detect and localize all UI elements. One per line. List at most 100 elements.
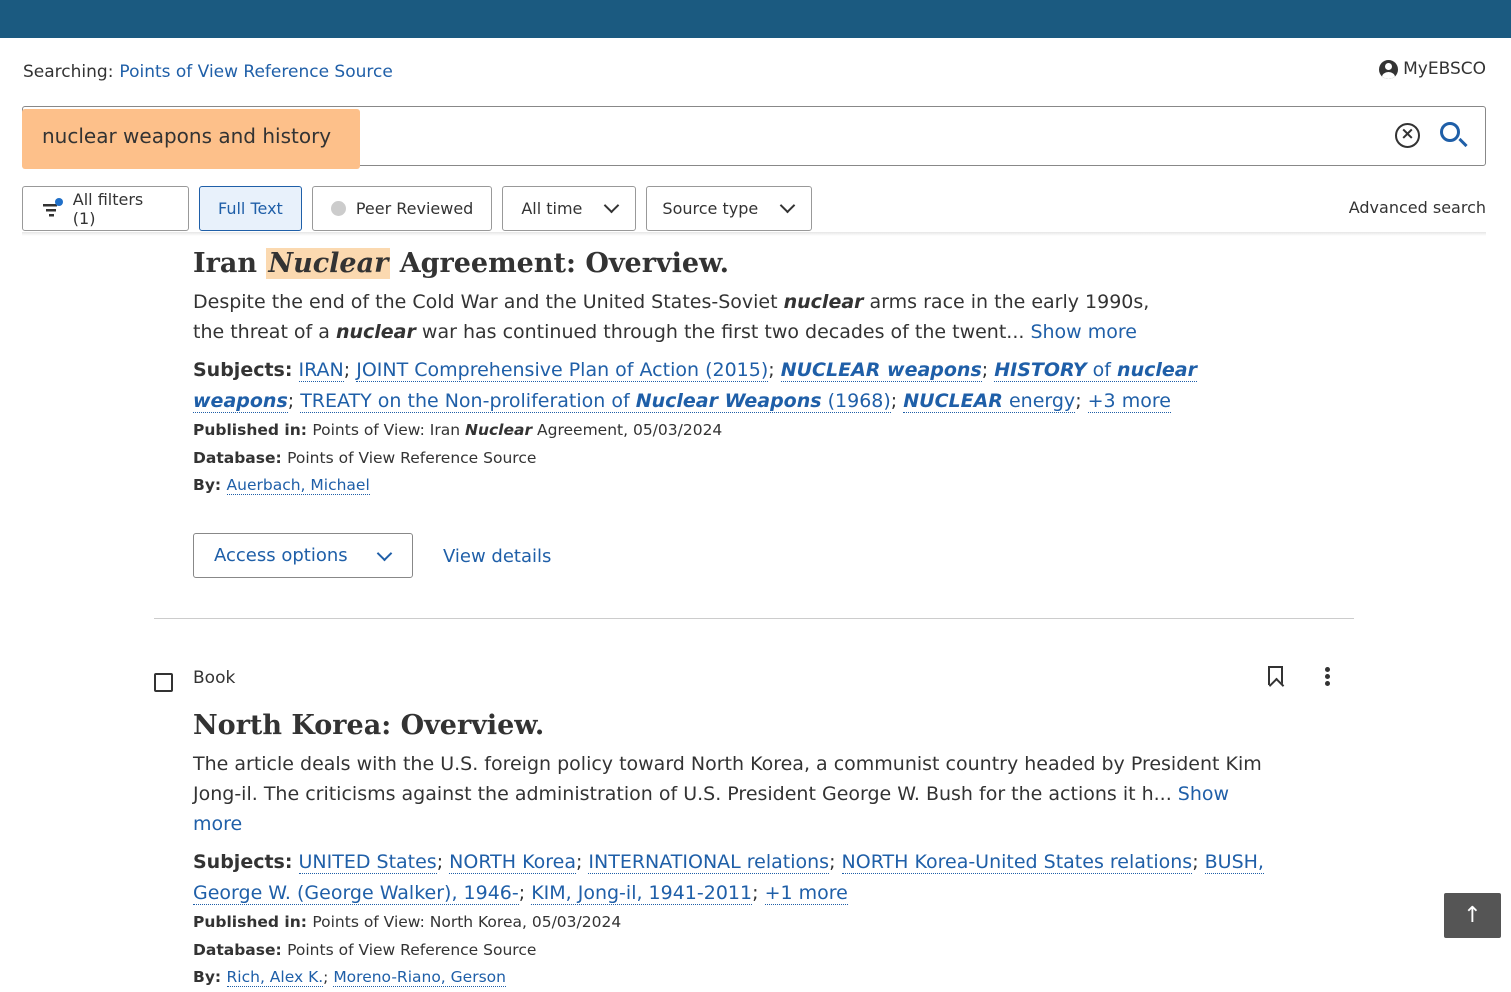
more-options-icon[interactable] [1325, 667, 1330, 688]
database-info: Database: Points of View Reference Sourc… [193, 937, 1283, 965]
subject-link[interactable]: UNITED States [298, 851, 437, 874]
close-circle-icon[interactable]: × [1395, 123, 1420, 148]
bookmark-icon[interactable] [1268, 666, 1283, 685]
filter-icon [43, 197, 63, 216]
peer-reviewed-label: Peer Reviewed [355, 199, 474, 218]
text: Points of View: North Korea, 05/03/2024 [312, 913, 622, 931]
more-subjects-link[interactable]: +3 more [1087, 390, 1171, 413]
highlighted-term: nuclear [335, 321, 416, 343]
text: NORTH Korea [449, 851, 576, 873]
user-icon [1379, 59, 1399, 79]
published-label: Published in: [193, 421, 313, 439]
text: UNITED States [298, 851, 437, 873]
subject-link[interactable]: INTERNATIONAL relations [588, 851, 830, 874]
text: Points of View: Iran [312, 421, 465, 439]
published-in: Published in: Points of View: North Kore… [193, 909, 1283, 937]
text: North Korea: Overview. [193, 710, 545, 741]
by-label: By: [193, 476, 227, 494]
published-label: Published in: [193, 913, 313, 931]
date-label: All time [521, 199, 583, 218]
show-more-link[interactable]: Show more [1030, 321, 1137, 343]
text: NORTH Korea-United States relations [841, 851, 1193, 873]
text: TREATY on the Non-proliferation of [300, 390, 636, 412]
all-filters-label: All filters (1) [72, 189, 144, 228]
advanced-search-link[interactable]: Advanced search [1349, 198, 1486, 217]
text: of [1086, 359, 1118, 381]
account-label: MyEBSCO [1403, 59, 1486, 79]
subject-link[interactable]: NUCLEAR energy [903, 390, 1076, 413]
highlighted-term: Nuclear [266, 248, 391, 279]
published-in: Published in: Points of View: Iran Nucle… [193, 417, 1283, 445]
text: the threat of a [193, 321, 336, 343]
text: IRAN [298, 359, 344, 381]
chevron-down-icon [376, 545, 393, 562]
database-value: Points of View Reference Source [287, 940, 537, 959]
highlighted-term: nuclear [783, 291, 864, 313]
authors: By: Rich, Alex K.; Moreno-Riano, Gerson [193, 968, 506, 987]
text: Jong-il. The criticisms against the admi… [193, 783, 1178, 805]
author-link[interactable]: Rich, Alex K. [226, 968, 324, 987]
peer-reviewed-button[interactable]: Peer Reviewed [311, 186, 493, 231]
source-type-label: Source type [662, 199, 759, 218]
result-abstract: The article deals with the U.S. foreign … [193, 749, 1283, 839]
highlighted-term: Nuclear [464, 421, 533, 439]
database-info: Database: Points of View Reference Sourc… [193, 445, 1283, 473]
author-link[interactable]: Moreno-Riano, Gerson [333, 968, 506, 987]
text: (1968) [821, 390, 891, 412]
text: energy [1002, 390, 1076, 412]
highlighted-term: NUCLEAR [903, 390, 1003, 412]
more-subjects-link[interactable]: +1 more [764, 882, 848, 905]
text: war has continued through the first two … [415, 321, 1031, 343]
abstract-text: Despite the end of the Cold War and the … [193, 291, 1149, 343]
database-link[interactable]: Points of View Reference Source [119, 62, 392, 82]
author-link[interactable]: Auerbach, Michael [226, 476, 370, 495]
metadata: Published in: Points of View: Iran Nucle… [193, 417, 1283, 500]
text: Iran [193, 248, 267, 279]
highlighted-term: HISTORY [994, 359, 1087, 381]
subjects: Subjects: IRAN; JOINT Comprehensive Plan… [193, 359, 1197, 413]
subjects: Subjects: UNITED States; NORTH Korea; IN… [193, 851, 1264, 905]
all-filters-button[interactable]: All filters (1) [22, 186, 189, 231]
authors: By: Auerbach, Michael [193, 472, 1283, 500]
search-icon[interactable] [1440, 122, 1460, 142]
badge-check-icon [330, 201, 346, 216]
highlighted-term: NUCLEAR weapons [780, 359, 982, 381]
top-bar [0, 0, 1511, 38]
abstract-text: The article deals with the U.S. foreign … [193, 753, 1262, 805]
searching-label: Searching: [23, 62, 114, 82]
subject-link[interactable]: JOINT Comprehensive Plan of Action (2015… [356, 359, 769, 382]
source-type-dropdown[interactable]: Source type [646, 186, 813, 231]
full-text-button[interactable]: Full Text [199, 186, 302, 231]
myebsco-button[interactable]: MyEBSCO [1379, 59, 1486, 79]
subjects-label: Subjects: [193, 359, 293, 381]
filter-bar-shadow [22, 232, 1486, 236]
subject-link[interactable]: NORTH Korea-United States relations [841, 851, 1193, 874]
subject-link[interactable]: NORTH Korea [449, 851, 576, 874]
chevron-down-icon [604, 197, 620, 214]
select-checkbox[interactable] [154, 673, 173, 692]
subject-link[interactable]: TREATY on the Non-proliferation of Nucle… [300, 390, 891, 413]
text: Agreement, 05/03/2024 [532, 421, 723, 439]
back-to-top-button[interactable]: ↑ [1444, 893, 1501, 938]
text: KIM, Jong-il, 1941-2011 [531, 882, 753, 904]
access-options-dropdown[interactable]: Access options [193, 533, 413, 578]
subject-link[interactable]: IRAN [298, 359, 344, 382]
by-label: By: [193, 968, 227, 986]
text: Despite the end of the Cold War and the … [193, 291, 784, 313]
result-title[interactable]: North Korea: Overview. [193, 710, 1283, 741]
subject-link[interactable]: KIM, Jong-il, 1941-2011 [531, 882, 753, 905]
database-label: Database: [193, 448, 288, 467]
text: JOINT Comprehensive Plan of Action (2015… [356, 359, 769, 381]
date-dropdown[interactable]: All time [502, 186, 637, 231]
highlighted-term: Nuclear Weapons [635, 390, 822, 412]
text: The article deals with the U.S. foreign … [193, 753, 1262, 775]
result-title[interactable]: Iran Nuclear Agreement: Overview. [193, 248, 1283, 279]
view-details-link[interactable]: View details [443, 546, 551, 567]
text: INTERNATIONAL relations [588, 851, 830, 873]
result-item: Iran Nuclear Agreement: Overview. Despit… [193, 248, 1283, 500]
subject-link[interactable]: NUCLEAR weapons [780, 359, 982, 382]
filter-bar: All filters (1) Full Text Peer Reviewed … [22, 186, 813, 231]
source-type-label: Book [193, 668, 236, 688]
search-input[interactable]: nuclear weapons and history [22, 109, 360, 169]
database-label: Database: [193, 940, 288, 959]
